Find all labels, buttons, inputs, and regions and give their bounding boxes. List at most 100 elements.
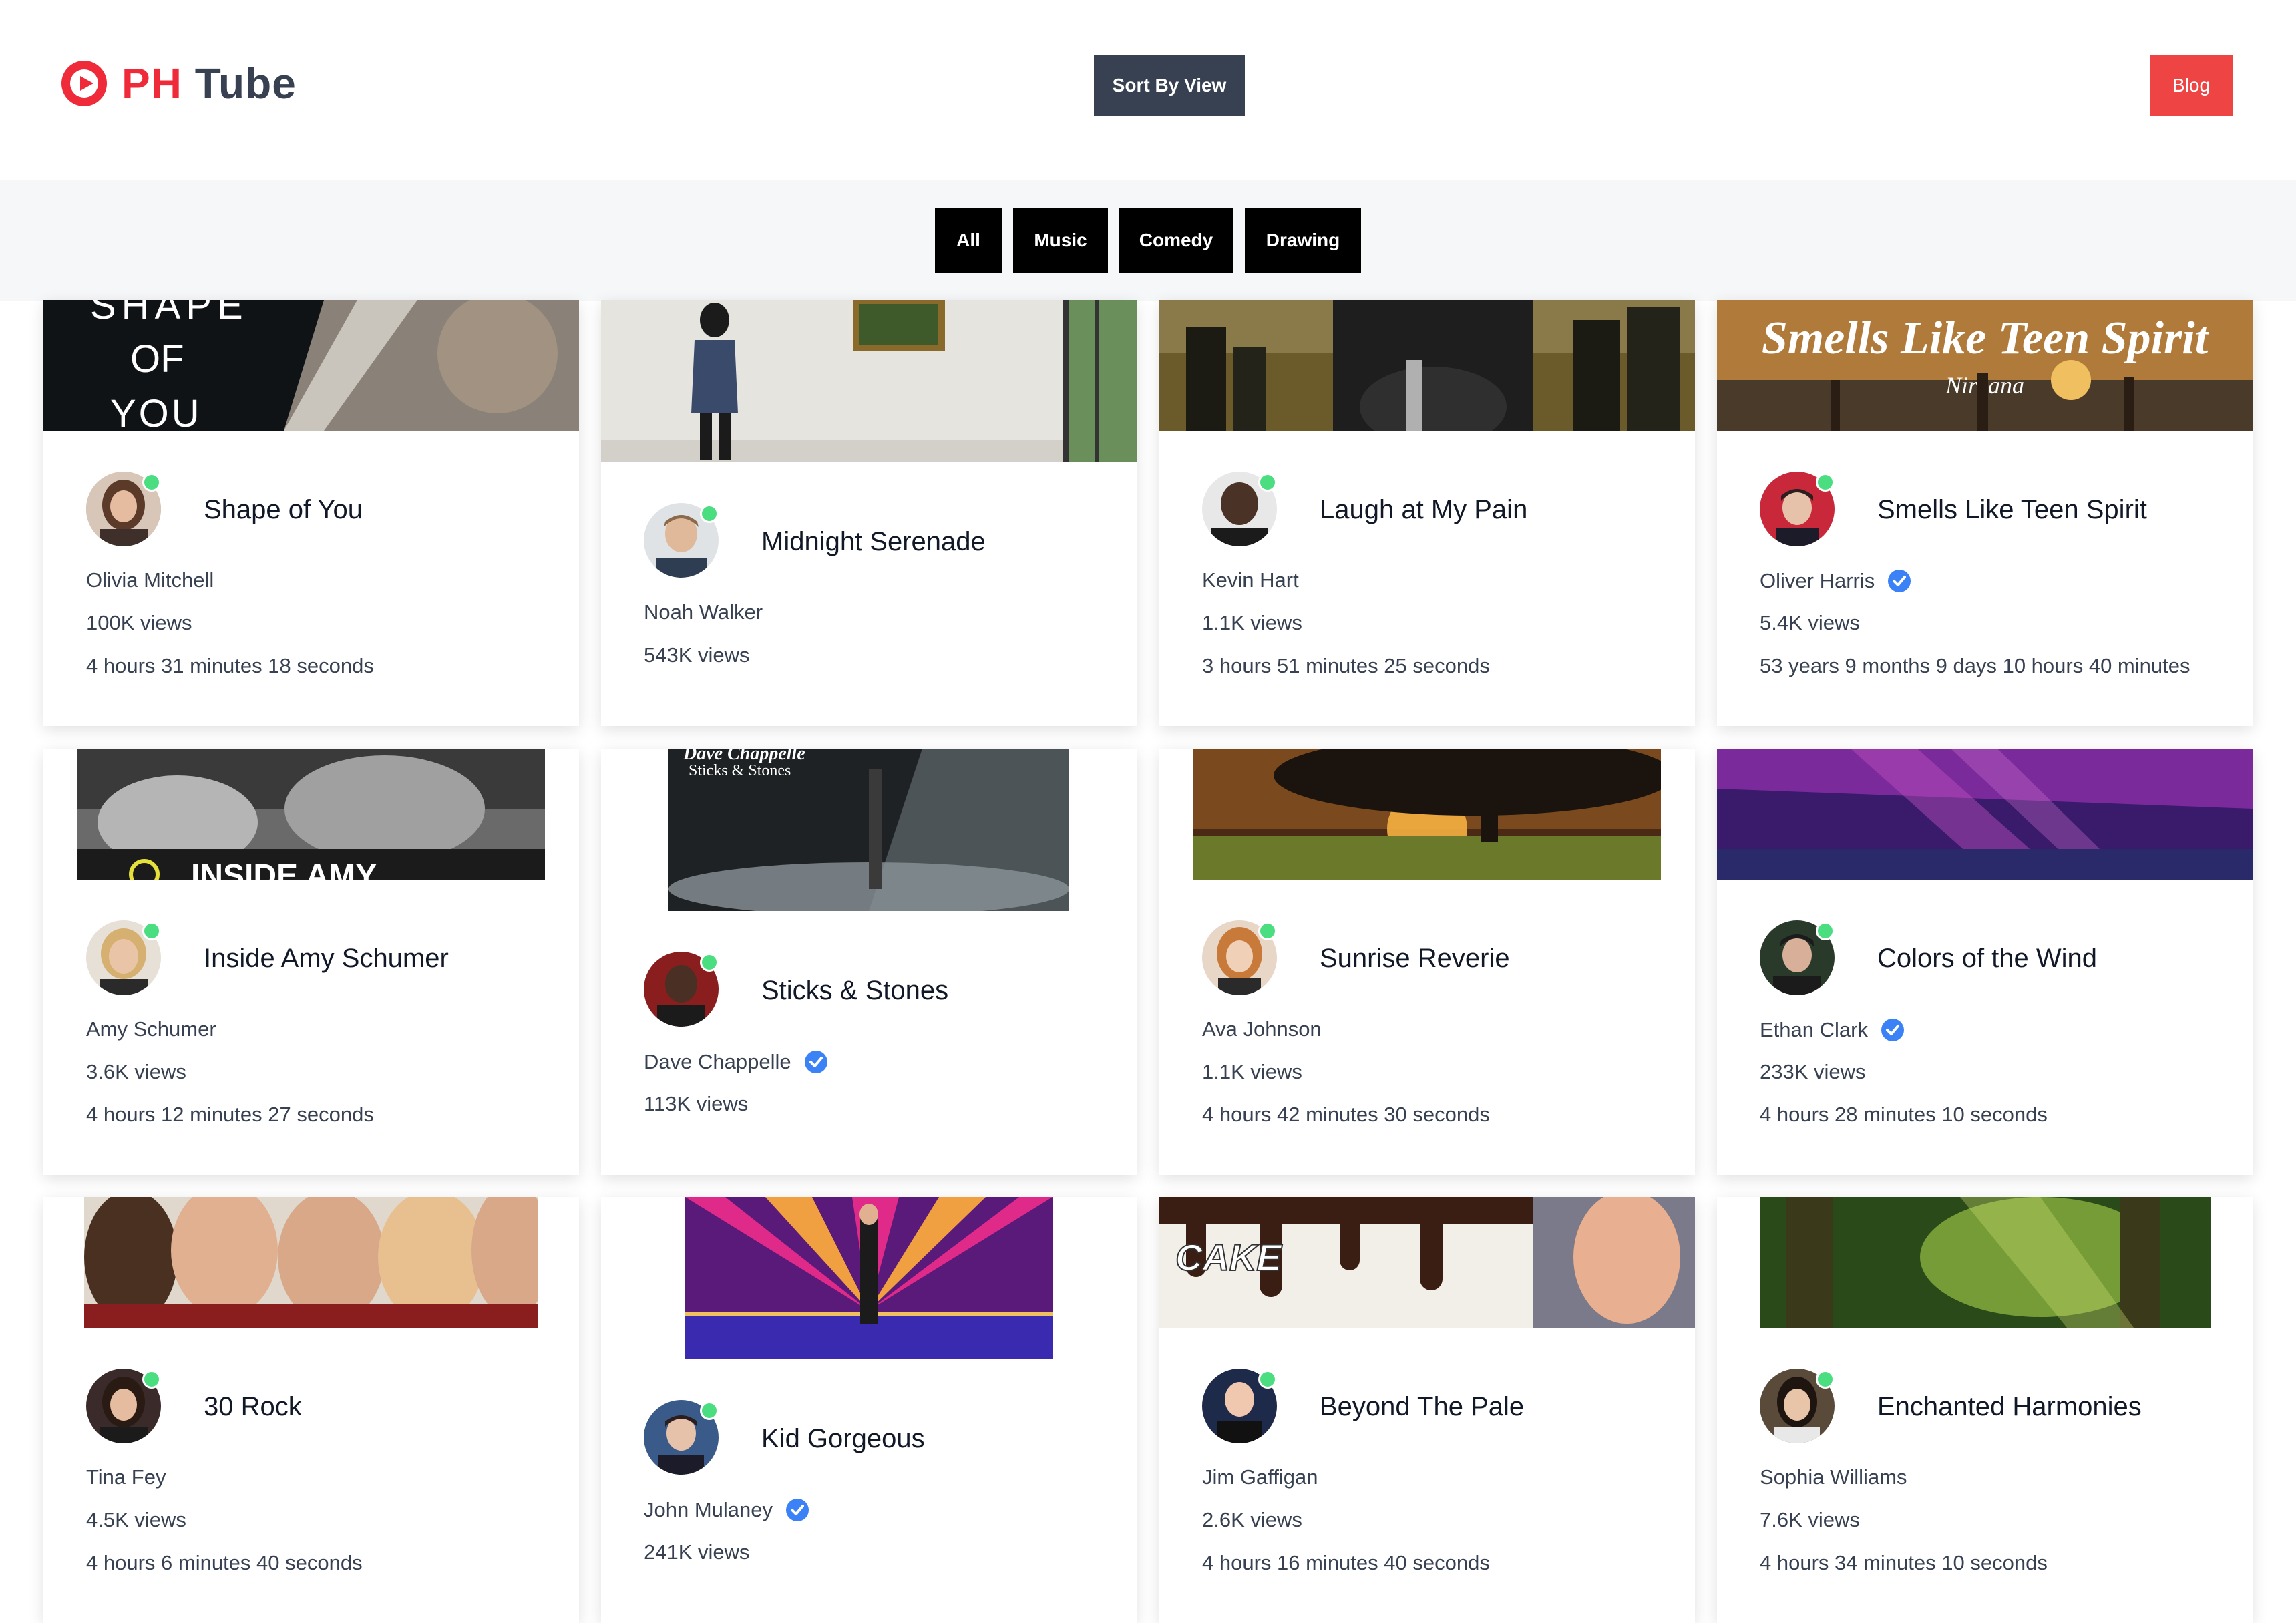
- video-title[interactable]: 30 Rock: [204, 1392, 302, 1422]
- view-count: 4.5K views: [86, 1508, 186, 1531]
- svg-text:YOU: YOU: [110, 392, 202, 431]
- author-name-text: Jim Gaffigan: [1202, 1465, 1318, 1489]
- thumbnail-subtitle-text: Sticks & Stones: [689, 762, 791, 779]
- video-card[interactable]: 30 Rock Tina Fey 4.5K views 4 hours 6 mi…: [43, 1197, 579, 1623]
- view-count: 241K views: [644, 1540, 750, 1564]
- view-count: 100K views: [86, 611, 192, 635]
- video-card[interactable]: Laugh at My Pain Kevin Hart 1.1K views 3…: [1159, 300, 1695, 726]
- posted-time: 4 hours 42 minutes 30 seconds: [1202, 1103, 1490, 1126]
- author-name-text: Ethan Clark: [1760, 1018, 1868, 1041]
- verified-badge-icon: [1888, 570, 1911, 592]
- online-status-dot: [700, 504, 719, 523]
- video-title[interactable]: Enchanted Harmonies: [1877, 1392, 2142, 1422]
- video-thumbnail[interactable]: Dave Chappelle Sticks & Stones: [668, 749, 1069, 911]
- author-name: Tina Fey: [86, 1465, 166, 1489]
- video-title[interactable]: Inside Amy Schumer: [204, 944, 449, 974]
- category-drawing-button[interactable]: Drawing: [1245, 208, 1361, 273]
- online-status-dot: [1816, 922, 1835, 940]
- logo-text: PH Tube: [122, 59, 297, 108]
- author-name-text: Ava Johnson: [1202, 1017, 1322, 1041]
- author-name-text: Tina Fey: [86, 1465, 166, 1489]
- video-thumbnail[interactable]: Smells Like Teen Spirit Nirvana: [1717, 300, 2253, 431]
- author-name: Sophia Williams: [1760, 1465, 1907, 1489]
- verified-badge-icon: [1881, 1019, 1904, 1041]
- thumbnail-title-text: CAKE: [1175, 1236, 1282, 1278]
- view-count: 113K views: [644, 1092, 749, 1115]
- author-name: Oliver Harris: [1760, 568, 1912, 594]
- thumbnail-title-text: INSIDE AMY: [191, 858, 377, 880]
- video-thumbnail[interactable]: CAKE: [1159, 1197, 1695, 1328]
- video-thumbnail[interactable]: [1760, 1197, 2211, 1328]
- view-count: 543K views: [644, 643, 750, 667]
- online-status-dot: [142, 1370, 161, 1389]
- view-count: 2.6K views: [1202, 1508, 1302, 1531]
- online-status-dot: [1816, 1370, 1835, 1389]
- video-title[interactable]: Beyond The Pale: [1320, 1392, 1524, 1422]
- author-name: John Mulaney: [644, 1497, 810, 1523]
- video-thumbnail[interactable]: [84, 1197, 538, 1328]
- author-name-text: Olivia Mitchell: [86, 568, 214, 592]
- video-title[interactable]: Midnight Serenade: [761, 527, 986, 557]
- online-status-dot: [142, 473, 161, 492]
- video-thumbnail[interactable]: [685, 1197, 1053, 1359]
- posted-time: 4 hours 12 minutes 27 seconds: [86, 1103, 374, 1126]
- video-title[interactable]: Shape of You: [204, 495, 363, 525]
- video-card[interactable]: SHAPE OF YOU Shape of You Olivia Mitchel…: [43, 300, 579, 726]
- video-card[interactable]: CAKE Beyond The Pale Jim Gaffigan 2.6K v…: [1159, 1197, 1695, 1623]
- video-thumbnail[interactable]: [1717, 749, 2253, 880]
- author-name-text: Oliver Harris: [1760, 569, 1875, 592]
- video-thumbnail[interactable]: [601, 300, 1137, 462]
- video-card[interactable]: Dave Chappelle Sticks & Stones Sticks & …: [601, 749, 1137, 1175]
- video-card[interactable]: Colors of the Wind Ethan Clark 233K view…: [1717, 749, 2253, 1175]
- logo[interactable]: PH Tube: [60, 59, 297, 108]
- svg-text:SHAPE: SHAPE: [90, 300, 248, 327]
- category-comedy-button[interactable]: Comedy: [1119, 208, 1233, 273]
- category-bar: All Music Comedy Drawing: [0, 180, 2296, 301]
- video-thumbnail[interactable]: [1159, 300, 1695, 431]
- author-name: Ava Johnson: [1202, 1017, 1322, 1041]
- category-all-button[interactable]: All: [935, 208, 1002, 273]
- view-count: 7.6K views: [1760, 1508, 1860, 1531]
- video-title[interactable]: Colors of the Wind: [1877, 944, 2097, 974]
- category-music-button[interactable]: Music: [1013, 208, 1108, 273]
- author-name: Jim Gaffigan: [1202, 1465, 1318, 1489]
- video-card[interactable]: Sunrise Reverie Ava Johnson 1.1K views 4…: [1159, 749, 1695, 1175]
- sort-by-view-button[interactable]: Sort By View: [1094, 55, 1245, 116]
- video-card[interactable]: Smells Like Teen Spirit Nirvana Smells L…: [1717, 300, 2253, 726]
- video-card[interactable]: INSIDE AMY Inside Amy Schumer Amy Schume…: [43, 749, 579, 1175]
- video-card[interactable]: Kid Gorgeous John Mulaney 241K views: [601, 1197, 1137, 1623]
- view-count: 233K views: [1760, 1060, 1866, 1083]
- author-name-text: Amy Schumer: [86, 1017, 216, 1041]
- play-logo-icon: [61, 61, 107, 106]
- online-status-dot: [700, 1401, 719, 1420]
- video-title[interactable]: Kid Gorgeous: [761, 1424, 925, 1454]
- posted-time: 3 hours 51 minutes 25 seconds: [1202, 654, 1490, 677]
- online-status-dot: [1258, 473, 1277, 492]
- author-name: Dave Chappelle: [644, 1049, 829, 1075]
- video-title[interactable]: Smells Like Teen Spirit: [1877, 495, 2147, 525]
- posted-time: 4 hours 34 minutes 10 seconds: [1760, 1551, 2048, 1574]
- video-thumbnail[interactable]: [1193, 749, 1661, 880]
- online-status-dot: [1258, 1370, 1277, 1389]
- author-name-text: Dave Chappelle: [644, 1050, 791, 1073]
- author-name: Kevin Hart: [1202, 568, 1299, 592]
- thumbnail-title-text: Smells Like Teen Spirit: [1762, 313, 2210, 364]
- logo-tube: Tube: [194, 59, 297, 108]
- app-header: PH Tube Sort By View Blog: [0, 0, 2296, 180]
- video-thumbnail[interactable]: SHAPE OF YOU: [43, 300, 579, 431]
- video-title[interactable]: Sticks & Stones: [761, 976, 948, 1006]
- video-card[interactable]: Midnight Serenade Noah Walker 543K views: [601, 300, 1137, 726]
- author-name-text: Sophia Williams: [1760, 1465, 1907, 1489]
- author-name: Noah Walker: [644, 600, 763, 624]
- video-title[interactable]: Sunrise Reverie: [1320, 944, 1510, 974]
- author-name: Olivia Mitchell: [86, 568, 214, 592]
- video-thumbnail[interactable]: INSIDE AMY: [77, 749, 545, 880]
- author-name: Amy Schumer: [86, 1017, 216, 1041]
- video-title[interactable]: Laugh at My Pain: [1320, 495, 1527, 525]
- blog-button[interactable]: Blog: [2150, 55, 2233, 116]
- online-status-dot: [142, 922, 161, 940]
- video-card[interactable]: Enchanted Harmonies Sophia Williams 7.6K…: [1717, 1197, 2253, 1623]
- author-name: Ethan Clark: [1760, 1017, 1905, 1043]
- posted-time: 4 hours 28 minutes 10 seconds: [1760, 1103, 2048, 1126]
- verified-badge-icon: [804, 1051, 827, 1073]
